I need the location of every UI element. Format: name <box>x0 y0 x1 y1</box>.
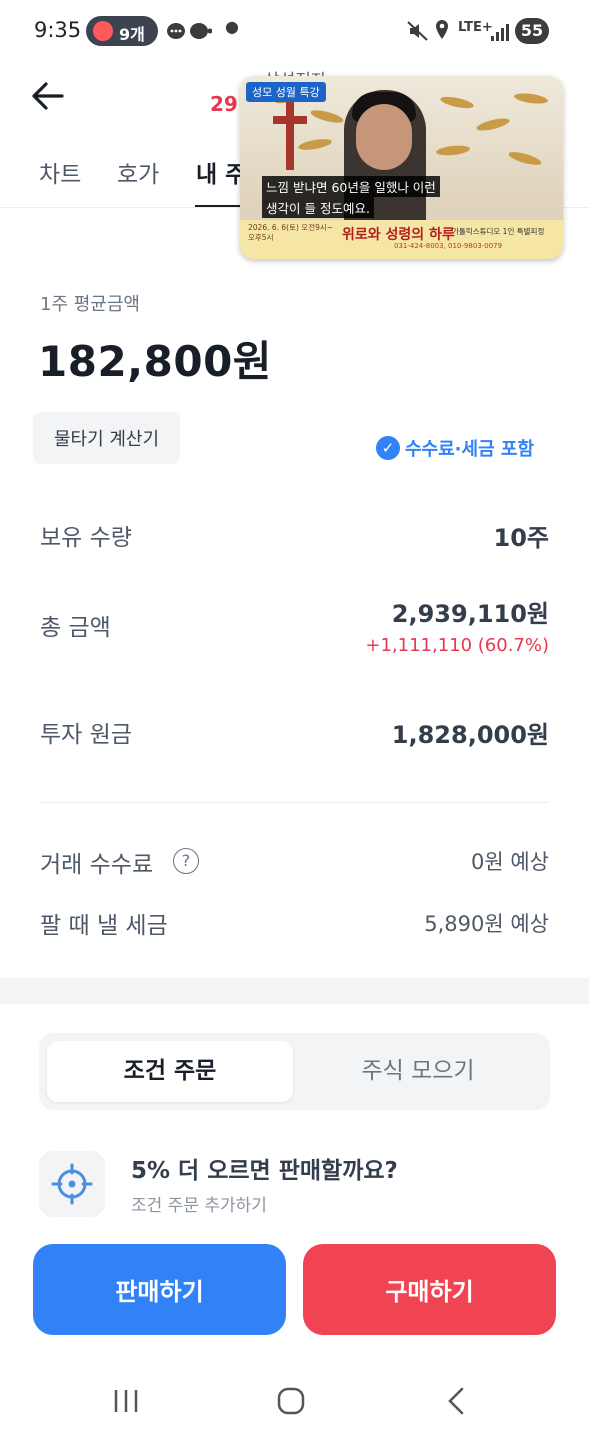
video-banner-title: 위로와 성령의 하루 <box>342 227 455 243</box>
location-icon <box>436 20 448 39</box>
fee-tax-include-label: 수수료·세금 포함 <box>405 439 535 460</box>
home-icon[interactable] <box>277 1387 305 1415</box>
back-arrow-icon[interactable] <box>28 78 68 114</box>
section-divider <box>40 802 549 803</box>
average-price-value: 182,800원 <box>38 337 272 386</box>
transit-notification-pill[interactable]: 9개 <box>86 16 158 46</box>
principal-value: 1,828,000원 <box>391 721 549 749</box>
message-icon <box>167 23 212 39</box>
mute-icon <box>407 21 428 41</box>
tab-chart[interactable]: 차트 <box>39 155 81 189</box>
video-banner-side: 가톨릭스튜디오 1인 특별피정 <box>452 227 545 236</box>
total-amount-label: 총 금액 <box>40 615 111 641</box>
tab-orderbook[interactable]: 호가 <box>117 155 159 189</box>
video-banner: 2026. 6. 6(토) 오전9시~오후5시 위로와 성령의 하루 가톨릭스튜… <box>240 220 563 259</box>
target-crosshair-icon <box>51 1163 93 1205</box>
signal-icon <box>491 24 509 41</box>
sell-tax-label: 팔 때 낼 세금 <box>40 913 168 939</box>
total-amount-change: +1,111,110 (60.7%) <box>365 635 549 656</box>
video-banner-date: 2026. 6. 6(토) 오전9시~오후5시 <box>248 223 334 242</box>
check-circle-icon: ✓ <box>376 436 400 460</box>
video-banner-contact: 031-424-8003, 010-9803-0079 <box>394 242 503 250</box>
conditional-order-subtitle[interactable]: 조건 주문 추가하기 <box>131 1191 267 1216</box>
order-type-segmented-control: 조건 주문 주식 모으기 <box>39 1033 550 1110</box>
status-bar: 9:35 9개 ● LTE+ 55 <box>0 0 589 62</box>
trade-fee-value: 0원 예상 <box>471 850 549 874</box>
status-time: 9:35 <box>34 18 82 42</box>
bus-icon <box>93 21 113 41</box>
fee-tax-include-toggle[interactable]: ✓ 수수료·세금 포함 <box>376 435 534 461</box>
video-subtitle-1: 느낌 받냐면 60년을 일했나 이런 <box>262 176 440 197</box>
averaging-calculator-button[interactable]: 물타기 계산기 <box>33 412 180 464</box>
quantity-value: 10주 <box>493 524 549 552</box>
sell-tax-value: 5,890원 예상 <box>424 912 549 936</box>
network-type: LTE+ <box>458 20 493 35</box>
stock-price: 29 <box>210 92 238 116</box>
recent-apps-icon[interactable] <box>113 1388 139 1414</box>
video-tag: 성모 성월 특강 <box>246 82 326 102</box>
total-amount-value: 2,939,110원 <box>391 600 549 628</box>
segment-stock-savings[interactable]: 주식 모으기 <box>295 1041 541 1102</box>
video-pip-overlay[interactable]: 성모 성월 특강 느낌 받냐면 60년을 일했나 이런 생각이 들 정도예요. … <box>240 76 563 259</box>
quantity-label: 보유 수량 <box>40 525 132 551</box>
principal-label: 투자 원금 <box>40 722 132 748</box>
battery-indicator: 55 <box>515 18 549 44</box>
trade-fee-label: 거래 수수료 <box>40 852 154 878</box>
segment-conditional-order[interactable]: 조건 주문 <box>47 1041 293 1102</box>
more-dot-icon: ● <box>225 17 239 36</box>
conditional-order-title[interactable]: 5% 더 오르면 판매할까요? <box>131 1151 398 1185</box>
video-subtitle-2: 생각이 들 정도예요. <box>262 197 374 218</box>
help-question-icon[interactable]: ? <box>173 848 199 874</box>
section-gap <box>0 978 589 1004</box>
buy-button[interactable]: 구매하기 <box>303 1244 556 1335</box>
transit-notification-count: 9개 <box>119 25 145 44</box>
average-price-label: 1주 평균금액 <box>40 294 140 315</box>
tab-my-stock[interactable]: 내 주 <box>196 155 246 189</box>
conditional-order-card[interactable] <box>39 1151 105 1217</box>
back-nav-icon[interactable] <box>444 1386 468 1416</box>
system-navigation-bar <box>0 1360 589 1440</box>
sell-button[interactable]: 판매하기 <box>33 1244 286 1335</box>
